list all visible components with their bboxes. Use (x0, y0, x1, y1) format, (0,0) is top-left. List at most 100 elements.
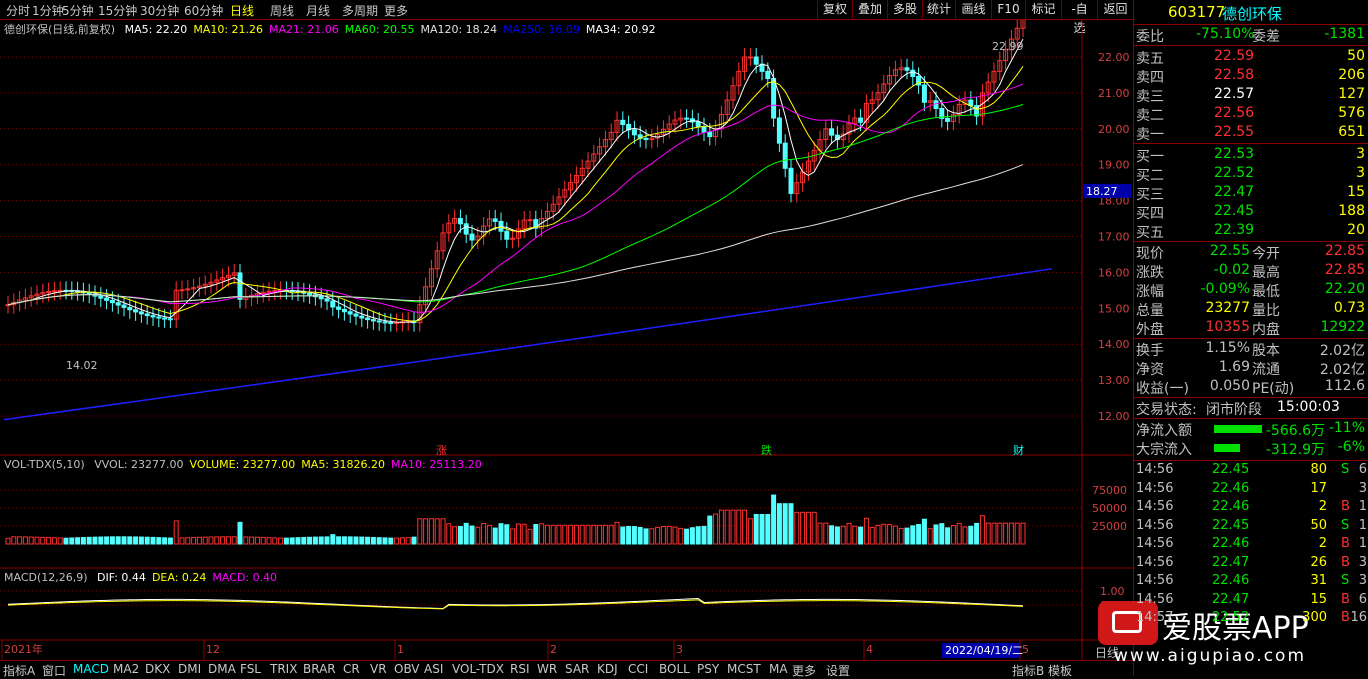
period-tab-3[interactable]: 15分钟 (98, 2, 137, 19)
tick-n: 1 (1358, 536, 1367, 551)
period-tab-7[interactable]: 周线 (270, 2, 294, 19)
ma-line (7, 104, 1024, 306)
indicator-tab-12[interactable]: OBV (394, 662, 420, 676)
indicator-tab-1[interactable]: 窗口 (42, 662, 66, 679)
price-tick-label: 13.00 (1098, 374, 1130, 387)
indicator-tab-11[interactable]: VR (370, 662, 387, 676)
volume-bar (852, 525, 858, 545)
toolbar-button-8[interactable]: 返回 (1097, 0, 1133, 19)
volume-bar (440, 518, 446, 545)
period-tab-1[interactable]: 1分钟 (32, 2, 64, 19)
indicator-tab-17[interactable]: SAR (565, 662, 589, 676)
candle-body (695, 121, 701, 128)
toolbar-button-5[interactable]: F10 (991, 0, 1025, 19)
candle-body (150, 315, 156, 318)
toolbar-button-2[interactable]: 多股 (887, 0, 922, 19)
macd-legend-item-2: MACD: 0.40 (212, 571, 278, 584)
toolbar-button-7[interactable]: -自选 (1061, 0, 1097, 35)
indicator-tab-2[interactable]: MACD (73, 662, 109, 676)
kline-chart-area[interactable]: 22.00 21.00 20.00 19.00 18.00 17.00 16.00 15.00… (0, 20, 1133, 660)
indicator-tab-23[interactable]: MA (769, 662, 788, 676)
vol-tick-label: 50000 (1092, 502, 1127, 515)
ask-label: 卖一 (1136, 127, 1164, 143)
fund-value: 1.15% (1205, 340, 1250, 356)
indicator-tab-6[interactable]: DMA (208, 662, 236, 676)
indicator-tab-24[interactable]: 更多 (792, 662, 816, 679)
period-tab-2[interactable]: 5分钟 (62, 2, 94, 19)
indicator-tab-13[interactable]: ASI (424, 662, 443, 676)
indicator-tab-7[interactable]: FSL (240, 662, 261, 676)
period-tab-8[interactable]: 月线 (306, 2, 330, 19)
indicator-tab-22[interactable]: MCST (727, 662, 761, 676)
toolbar-button-1[interactable]: 叠加 (852, 0, 887, 19)
period-tab-0[interactable]: 分时 (6, 2, 30, 19)
tick-s: B (1341, 610, 1350, 625)
volume-bar (666, 525, 672, 545)
volume-bar (637, 526, 643, 545)
tick-p: 22.46 (1212, 480, 1250, 496)
period-tab-4[interactable]: 30分钟 (140, 2, 179, 19)
tick-t: 14:56 (1136, 462, 1174, 477)
indicator-tab-5[interactable]: DMI (178, 662, 201, 676)
period-tab-6[interactable]: 日线 (230, 2, 254, 19)
volume-bar (481, 522, 487, 545)
ask-price: 22.58 (1214, 67, 1255, 83)
period-tab-10[interactable]: 更多 (384, 2, 408, 19)
bid-price: 22.47 (1214, 184, 1255, 200)
tick-s: S (1341, 462, 1350, 477)
indicator-right-tab-0[interactable]: 指标B (1012, 662, 1044, 679)
watermark-url: www.aigupiao.com (1114, 646, 1307, 666)
candle-body (463, 223, 469, 235)
candle-body (167, 318, 173, 321)
fund-label: 换手 (1136, 343, 1164, 359)
tick-row: 14:56 22.46 2 B 1 (1134, 498, 1368, 517)
indicator-tab-8[interactable]: TRIX (270, 662, 297, 676)
indicator-tab-18[interactable]: KDJ (597, 662, 618, 676)
volume-bar (365, 536, 371, 545)
toolbar-button-6[interactable]: 标记 (1025, 0, 1061, 19)
indicator-tab-10[interactable]: CR (343, 662, 360, 676)
indicator-tab-0[interactable]: 指标A (3, 662, 35, 679)
indicator-tab-9[interactable]: BRAR (303, 662, 336, 676)
indicator-tab-15[interactable]: RSI (510, 662, 530, 676)
candle-body (324, 298, 330, 302)
toolbar-button-4[interactable]: 画线 (955, 0, 991, 19)
candle-body (921, 84, 927, 103)
indicator-tab-14[interactable]: VOL-TDX (452, 662, 504, 676)
indicator-tab-3[interactable]: MA2 (113, 662, 139, 676)
volume-bar (805, 511, 811, 545)
volume-bar (173, 520, 179, 545)
quote-value: 23277 (1205, 300, 1250, 316)
volume-bar (237, 521, 243, 545)
indicator-right-tab-1[interactable]: 模板 (1048, 662, 1072, 679)
indicator-tab-4[interactable]: DKX (145, 662, 170, 676)
period-tab-5[interactable]: 60分钟 (184, 2, 223, 19)
volume-bar (649, 528, 655, 545)
candle-body (382, 321, 388, 324)
volume-bar (707, 515, 713, 545)
price-tick-label: 19.00 (1098, 159, 1130, 172)
fundamental-row: 净资 1.69 流通 2.02亿 (1134, 358, 1368, 378)
volume-bar (475, 526, 481, 545)
volume-bar (446, 523, 452, 545)
indicator-tab-16[interactable]: WR (537, 662, 557, 676)
indicator-tab-19[interactable]: CCI (628, 662, 648, 676)
macd-dif-line (7, 598, 1024, 609)
quote-label: 涨幅 (1136, 284, 1164, 300)
volume-bar (411, 536, 417, 545)
volume-bar (747, 518, 753, 545)
volume-bar (214, 536, 220, 545)
indicator-tab-25[interactable]: 设置 (826, 662, 850, 679)
kline-chart-svg[interactable]: 22.0021.0020.0019.0018.0017.0016.0015.00… (0, 20, 1133, 660)
ask-label: 卖二 (1136, 108, 1164, 124)
toolbar-button-0[interactable]: 复权 (817, 0, 852, 19)
candle-body (133, 309, 139, 313)
period-tab-9[interactable]: 多周期 (342, 2, 378, 19)
indicator-tab-20[interactable]: BOLL (659, 662, 690, 676)
volume-bar (434, 518, 440, 545)
indicator-tab-21[interactable]: PSY (697, 662, 719, 676)
toolbar-button-3[interactable]: 统计 (922, 0, 955, 19)
volume-bar (515, 523, 521, 545)
ask-row: 卖二 22.56 576 (1134, 104, 1368, 124)
volume-bar (254, 536, 260, 545)
